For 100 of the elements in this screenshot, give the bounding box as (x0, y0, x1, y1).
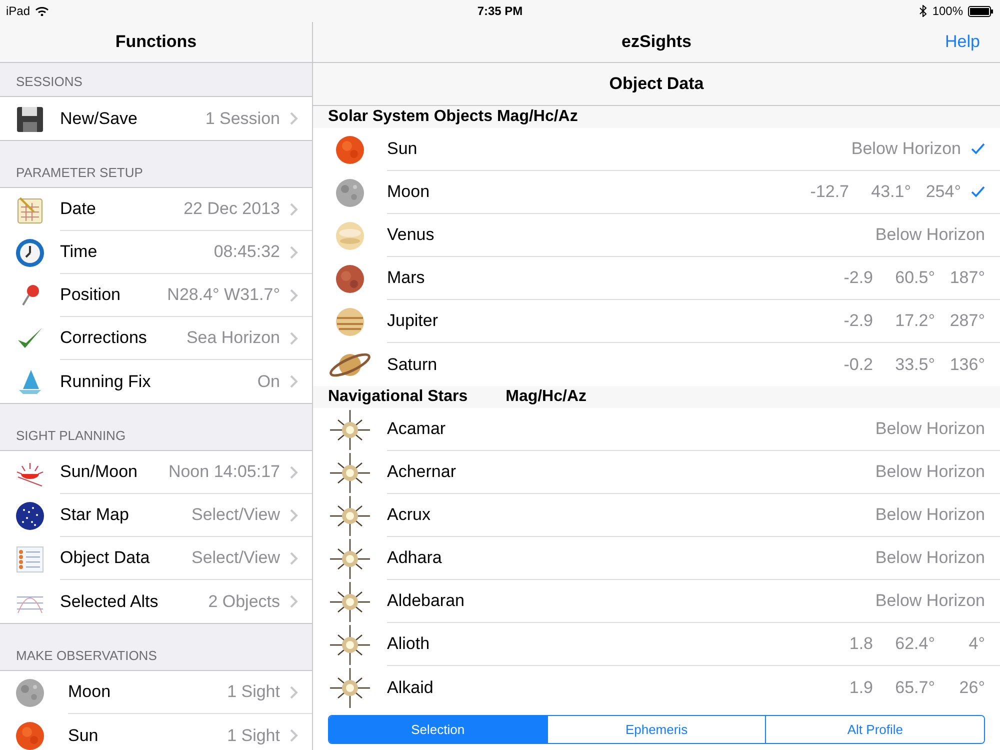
object-name[interactable]: Achernar (387, 462, 876, 482)
menu-item-label[interactable]: New/Save (60, 108, 206, 128)
menu-item-label[interactable]: Position (60, 285, 168, 305)
sidebar-title: Functions (115, 32, 197, 52)
planet-icon (335, 220, 365, 250)
status-text: Below Horizon (875, 419, 985, 439)
object-name[interactable]: Mars (387, 268, 844, 288)
reading-value: 33.5° (894, 354, 935, 374)
object-name[interactable]: Venus (387, 225, 876, 245)
menu-item-value: 1 Session (205, 108, 280, 128)
bluetooth-icon (919, 5, 928, 17)
menu-item-value: On (257, 372, 280, 392)
reading-value: 136° (948, 354, 985, 374)
menu-item-value: Sea Horizon (186, 328, 280, 348)
planet-icon (335, 264, 365, 294)
object-name[interactable]: Aldebaran (387, 591, 876, 611)
sun-icon (335, 134, 365, 164)
status-text: Below Horizon (851, 139, 961, 159)
menu-item-value: 08:45:32 (214, 242, 280, 262)
status-text: Below Horizon (875, 505, 985, 525)
checkmark-icon (971, 186, 985, 198)
menu-item-value: N28.4° W31.7° (167, 285, 280, 305)
status-text: Below Horizon (875, 591, 985, 611)
device-name: iPad (6, 4, 30, 18)
chevron-right-icon (290, 246, 298, 258)
menu-item-label[interactable]: Time (60, 242, 214, 262)
star-icon (328, 538, 372, 578)
menu-item-value: Select/View (191, 548, 280, 568)
object-name[interactable]: Alioth (387, 634, 850, 654)
chevron-right-icon (290, 112, 298, 125)
reading-value: 1.8 (849, 634, 873, 654)
object-name[interactable]: Sun (387, 139, 852, 159)
menu-item-value: Select/View (191, 505, 280, 525)
reading-value: 60.5° (894, 268, 935, 288)
battery-icon (968, 6, 994, 16)
menu-item-label[interactable]: Running Fix (60, 372, 258, 392)
chevron-right-icon (290, 332, 298, 344)
sun-icon (15, 720, 45, 750)
help-link[interactable]: Help (945, 32, 980, 52)
object-name[interactable]: Acamar (387, 419, 876, 439)
section-header: Navigational Stars (328, 388, 468, 406)
clock-icon (15, 238, 45, 268)
checkmark-icon (971, 143, 985, 155)
object-name[interactable]: Moon (387, 182, 810, 202)
reading-value: 26° (958, 678, 985, 698)
reading-value: -2.9 (844, 311, 873, 331)
star-icon (328, 410, 372, 450)
column-header: Mag/Hc/Az (506, 388, 587, 406)
section-header: SIGHT PLANNING (16, 428, 126, 443)
page-title: Object Data (609, 74, 704, 94)
menu-item-label[interactable]: Moon (68, 682, 228, 702)
reading-value: 4° (968, 634, 985, 654)
menu-item-value: 1 Sight (227, 682, 280, 702)
segment-tab[interactable]: Alt Profile (765, 716, 984, 743)
section-header: PARAMETER SETUP (16, 165, 143, 180)
section-header: MAKE OBSERVATIONS (16, 648, 157, 663)
status-text: Below Horizon (875, 548, 985, 568)
star-icon (328, 496, 372, 536)
chevron-right-icon (290, 686, 298, 698)
object-name[interactable]: Alkaid (387, 678, 850, 698)
menu-item-label[interactable]: Sun/Moon (60, 462, 168, 482)
menu-item-label[interactable]: Corrections (60, 328, 186, 348)
chevron-right-icon (290, 595, 298, 608)
chevron-right-icon (290, 466, 298, 478)
menu-item-value: 2 Objects (208, 592, 280, 612)
menu-item-label[interactable]: Star Map (60, 505, 192, 525)
star-icon (328, 624, 372, 664)
wifi-icon (35, 6, 50, 16)
reading-value: -12.7 (810, 182, 849, 202)
reading-value: 43.1° (870, 182, 911, 202)
star-icon (328, 452, 372, 492)
object-name[interactable]: Acrux (387, 505, 876, 525)
star-icon (328, 668, 372, 708)
moon-icon (15, 678, 45, 708)
menu-item-label[interactable]: Selected Alts (60, 592, 208, 612)
section-header: SESSIONS (16, 74, 82, 89)
table-icon (15, 544, 45, 574)
status-text: Below Horizon (875, 462, 985, 482)
chevron-right-icon (290, 508, 298, 522)
object-name[interactable]: Adhara (387, 548, 876, 568)
object-name[interactable]: Saturn (387, 354, 844, 374)
menu-item-label[interactable]: Date (60, 199, 184, 219)
star-icon (328, 582, 372, 622)
app-title: ezSights (622, 32, 692, 52)
reading-value: 65.7° (894, 678, 935, 698)
planet-icon (335, 306, 365, 336)
menu-item-value: Noon 14:05:17 (168, 462, 280, 482)
segment-tab[interactable]: Selection (329, 716, 547, 743)
chevron-right-icon (290, 202, 298, 216)
clock-time: 7:35 PM (477, 4, 523, 18)
menu-item-label[interactable]: Object Data (60, 548, 192, 568)
chevron-right-icon (290, 729, 298, 742)
reading-value: 17.2° (894, 311, 935, 331)
reading-value: 62.4° (894, 634, 935, 654)
object-name[interactable]: Jupiter (387, 311, 844, 331)
menu-item-label[interactable]: Sun (68, 726, 228, 746)
star-map-icon (15, 500, 45, 530)
chevron-right-icon (290, 288, 298, 302)
menu-item-value: 22 Dec 2013 (184, 199, 280, 219)
battery-percentage: 100% (932, 4, 964, 18)
